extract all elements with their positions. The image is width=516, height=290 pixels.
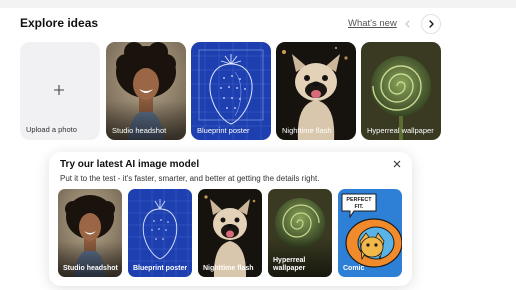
idea-card-label: Blueprint poster bbox=[197, 126, 250, 135]
explore-header: Explore ideas What's new bbox=[20, 14, 496, 34]
idea-card-hyperreal-wallpaper[interactable]: Hyperreal wallpaper bbox=[361, 42, 441, 140]
dialog-card-blueprint-poster[interactable]: Blueprint poster bbox=[128, 189, 192, 277]
idea-card-label: Hyperreal wallpaper bbox=[367, 126, 434, 135]
chevron-left-icon bbox=[404, 20, 412, 28]
idea-card-studio-headshot[interactable]: Studio headshot bbox=[106, 42, 186, 140]
dialog-card-studio-headshot[interactable]: Studio headshot bbox=[58, 189, 122, 277]
comic-image: PERFECT FIT. bbox=[338, 189, 402, 277]
carousel-prev-button[interactable] bbox=[398, 14, 418, 34]
dialog-card-label: Hyperreal wallpaper bbox=[273, 257, 306, 272]
dialog-subtitle: Put it to the test - it's faster, smarte… bbox=[60, 174, 320, 183]
dialog-cards: Studio headshot Blueprint poster Nightti… bbox=[58, 189, 408, 279]
dialog-card-label: Blueprint poster bbox=[133, 265, 188, 272]
dialog-card-label: Studio headshot bbox=[63, 265, 118, 272]
close-button[interactable] bbox=[390, 157, 404, 171]
studio-headshot-image bbox=[58, 189, 122, 277]
upload-photo-label: Upload a photo bbox=[26, 125, 77, 134]
chevron-right-icon bbox=[427, 20, 435, 28]
blueprint-poster-image bbox=[128, 189, 192, 277]
explore-page: Explore ideas What's new Upload a photo bbox=[0, 0, 516, 290]
nighttime-flash-image bbox=[198, 189, 262, 277]
carousel-next-button[interactable] bbox=[421, 14, 441, 34]
section-title: Explore ideas bbox=[20, 16, 99, 30]
plus-icon bbox=[53, 84, 65, 96]
whats-new-link[interactable]: What's new bbox=[348, 18, 397, 29]
comic-bubble-text: PERFECT bbox=[346, 197, 372, 203]
idea-card-blueprint-poster[interactable]: Blueprint poster bbox=[191, 42, 271, 140]
idea-card-label: Studio headshot bbox=[112, 126, 167, 135]
dialog-card-label: Comic bbox=[343, 265, 365, 272]
idea-card-nighttime-flash[interactable]: Nighttime flash bbox=[276, 42, 356, 140]
dialog-card-hyperreal-wallpaper[interactable]: Hyperreal wallpaper bbox=[268, 189, 332, 277]
idea-card-label: Nighttime flash bbox=[282, 126, 332, 135]
dialog-card-label: Nighttime flash bbox=[203, 265, 254, 272]
close-icon bbox=[393, 160, 401, 168]
dialog-title: Try our latest AI image model bbox=[60, 159, 200, 170]
upload-photo-card[interactable]: Upload a photo bbox=[20, 42, 100, 140]
new-model-dialog: Try our latest AI image model Put it to … bbox=[49, 152, 412, 286]
idea-cards: Upload a photo Studio headshot Blueprint… bbox=[20, 42, 510, 140]
top-strip bbox=[0, 0, 516, 8]
dialog-card-comic[interactable]: PERFECT FIT. Comic bbox=[338, 189, 402, 277]
dialog-card-nighttime-flash[interactable]: Nighttime flash bbox=[198, 189, 262, 277]
comic-bubble-text: FIT. bbox=[355, 204, 364, 210]
